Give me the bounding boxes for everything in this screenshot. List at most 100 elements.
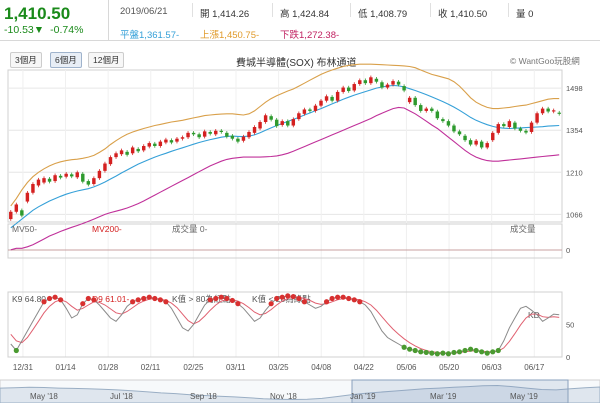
candle-body <box>302 109 307 114</box>
candle-body <box>202 131 207 137</box>
candle-body <box>225 132 229 137</box>
candle-body <box>513 122 517 129</box>
overbought-dot <box>346 295 352 302</box>
price-y-tick: 1354 <box>566 126 583 135</box>
d-line <box>10 296 560 354</box>
overbought-dot <box>235 301 241 307</box>
candle-body <box>485 143 489 148</box>
kd-y-tick: 50 <box>566 321 574 330</box>
overbought-dot <box>80 301 86 307</box>
overbought-dot <box>218 294 224 300</box>
candle-body <box>36 179 41 186</box>
overbought-dot <box>335 294 341 300</box>
overbought-dot <box>268 301 274 307</box>
overbought-dot <box>46 295 53 302</box>
oversold-dot <box>456 349 463 355</box>
oversold-dot <box>423 349 429 356</box>
candle-body <box>153 143 157 146</box>
candle-body <box>297 113 301 120</box>
candle-body <box>330 96 334 101</box>
x-axis-tick-label: 06/03 <box>482 363 503 372</box>
navigator: May '18 Jul '18 Sep '18 Nov '18 Jan '19 Mar '… <box>0 379 600 403</box>
candle-body <box>518 128 523 131</box>
x-axis-tick-label: 02/25 <box>183 363 204 372</box>
candle-body <box>452 125 456 132</box>
candle-body <box>341 87 345 92</box>
oversold-dot <box>473 347 479 354</box>
price-y-tick: 1066 <box>566 210 583 219</box>
oversold-dot <box>484 350 490 356</box>
candlesticks <box>9 75 561 221</box>
candle-body <box>413 97 417 106</box>
overbought-dot <box>351 297 357 303</box>
k-line <box>10 295 560 355</box>
candle-body <box>25 192 30 202</box>
overbought-dot <box>141 295 147 302</box>
volume-right-label: 成交量 <box>510 224 536 234</box>
candle-body <box>142 146 146 151</box>
candle-body <box>319 100 323 106</box>
candle-body <box>114 153 118 158</box>
overbought-dot <box>274 295 280 302</box>
candle-body <box>335 91 340 101</box>
candle-body <box>191 132 196 135</box>
candle-body <box>457 131 462 135</box>
candle-body <box>446 121 451 126</box>
candle-body <box>313 105 318 111</box>
overbought-dot <box>41 299 47 305</box>
volume-legend: 成交量 0- <box>172 224 208 234</box>
candle-body <box>502 124 506 127</box>
candle-body <box>175 138 179 142</box>
overbought-dot <box>91 297 97 303</box>
candle-body <box>557 112 561 114</box>
candle-body <box>247 131 251 138</box>
candle-body <box>252 127 257 133</box>
candle-body <box>291 119 296 126</box>
x-axis-tick-label: 01/28 <box>98 363 119 372</box>
candle-body <box>125 151 129 155</box>
x-axis-tick-label: 05/06 <box>396 363 417 372</box>
candle-body <box>424 108 428 111</box>
candle-body <box>103 163 107 171</box>
candle-body <box>524 130 528 133</box>
candle-body <box>108 157 113 165</box>
overbought-dot <box>340 294 346 300</box>
candle-body <box>230 135 235 139</box>
oversold-dot <box>440 350 446 356</box>
overbought-dot <box>130 299 136 305</box>
oversold-dot <box>462 347 468 354</box>
candle-body <box>97 170 102 179</box>
overbought-dot <box>135 297 141 303</box>
candle-body <box>529 122 534 132</box>
candle-body <box>441 119 445 122</box>
overbought-dot <box>224 295 230 302</box>
price-y-tick: 1498 <box>566 84 583 93</box>
candle-body <box>407 97 412 103</box>
navigator-tick-label: Mar '19 <box>430 392 457 401</box>
x-axis-tick-label: 12/31 <box>13 363 34 372</box>
overbought-dot <box>323 299 330 305</box>
candle-body <box>42 178 46 183</box>
x-axis-tick-label: 03/11 <box>226 363 246 372</box>
candle-body <box>130 147 135 154</box>
overbought-dot <box>146 294 152 300</box>
candle-body <box>479 141 484 148</box>
candle-body <box>369 77 373 84</box>
navigator-tick-label: May '19 <box>510 392 538 401</box>
candle-body <box>75 172 79 178</box>
navigator-tick-label: Jul '18 <box>110 392 133 401</box>
overbought-dot <box>152 295 158 302</box>
candle-body <box>396 81 401 85</box>
oversold-dot <box>467 346 474 352</box>
candle-body <box>81 173 85 182</box>
candle-body <box>391 81 395 85</box>
candle-body <box>374 78 379 82</box>
x-axis-tick-label: 02/11 <box>141 363 161 372</box>
x-axis-tick-label: 04/08 <box>311 363 332 372</box>
candle-body <box>402 86 406 91</box>
navigator-tick-label: Nov '18 <box>270 392 297 401</box>
candle-body <box>463 135 467 141</box>
overbought-dot <box>85 295 91 302</box>
candle-body <box>430 108 434 111</box>
oversold-dot <box>445 351 452 357</box>
